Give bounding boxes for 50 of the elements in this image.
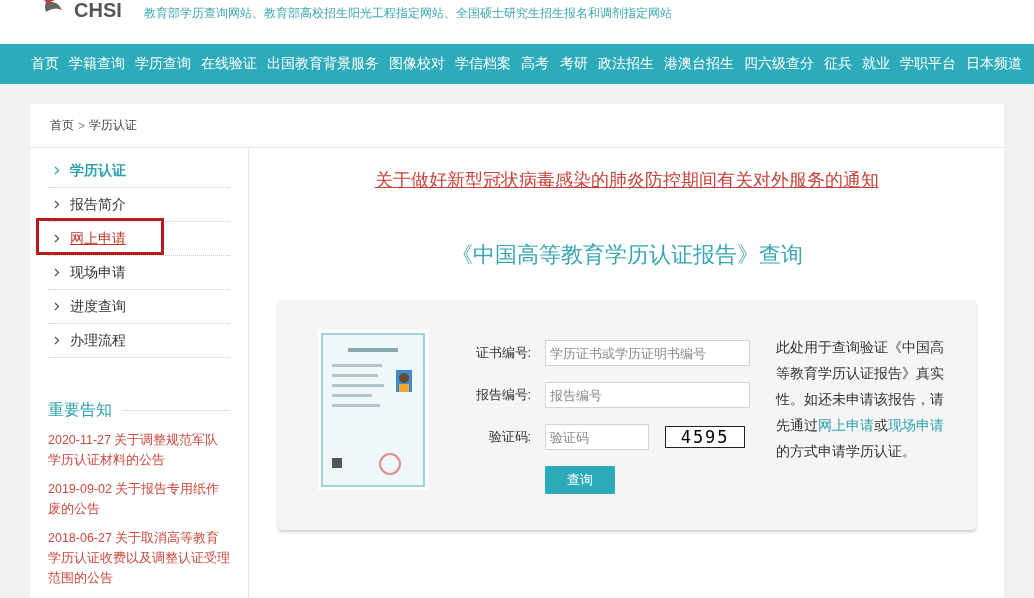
sidebar-item[interactable]: 现场申请 [48,256,230,290]
nav-link[interactable]: 学籍查询 [69,55,126,73]
nav-link[interactable]: 政法招生 [597,55,654,73]
logo-text: CHSI [74,0,122,22]
nav-link[interactable]: 考研 [559,55,588,73]
breadcrumb-current: 学历认证 [89,117,137,134]
nav-link[interactable]: 首页 [31,55,59,73]
description-text: 此处用于查询验证《中国高等教育学历认证报告》真实性。如还未申请该报告，请先通过网上申请或现场申请 的方式申请学历认证。 [776,338,946,461]
sidebar-item[interactable]: 网上申请 [48,222,230,256]
notices-heading: 重要告知 [48,400,112,420]
notice-link[interactable]: 2019-09-02 关于报告专用纸作废的公告 [48,479,230,519]
nav-link[interactable]: 学信档案 [455,55,512,73]
apply-link[interactable]: 网上申请 [818,417,875,433]
input-field[interactable]: 学历证书或学历证明书编号 [545,340,751,366]
nav-link[interactable]: 港澳台招生 [663,55,734,73]
field-label: 报告编号: [475,386,532,404]
notice-link[interactable]: 2020-11-27 关于调整规范军队学历认证材料的公告 [48,430,230,470]
notice-link[interactable]: 关于做好新型冠状病毒感染的肺炎防控期间有关对外服务的通知 [374,168,879,192]
nav-link[interactable]: 出国教育背景服务 [267,55,380,73]
nav-link[interactable]: 日本频道 [965,55,1022,73]
nav-link[interactable]: 高考 [521,55,550,73]
chevron-icon [54,234,60,243]
breadcrumb-separator: > [78,118,85,133]
chevron-icon [54,268,60,277]
query-button[interactable]: 查询 [545,466,616,494]
nav-link[interactable]: 征兵 [823,55,852,73]
notice-link[interactable]: 2018-06-27 关于取消高等教育学历认证收费以及调整认证受理范围的公告 [48,528,230,588]
nav-link[interactable]: 在线验证 [201,55,258,73]
nav-link[interactable]: 学职平台 [899,55,956,73]
sidebar-item[interactable]: 办理流程 [48,324,230,358]
nav-link[interactable]: 学历查询 [135,55,192,73]
sidebar-item[interactable]: 报告简介 [48,188,230,222]
captcha-image: 4595 [665,426,746,448]
sidebar-item[interactable]: 进度查询 [48,290,230,324]
chevron-icon [54,200,60,209]
field-label: 验证码: [487,428,532,446]
chevron-icon [54,302,60,311]
nav-link[interactable]: 四六级查分 [743,55,814,73]
breadcrumb-link[interactable]: 首页 [50,117,74,134]
input-field[interactable]: 报告编号 [545,382,751,408]
site-tagline: 教育部学历查询网站、教育部高校招生阳光工程指定网站、全国硕士研究生招生报名和调剂指定网站 [143,5,672,22]
field-label: 证书编号: [475,344,532,362]
sidebar-item[interactable]: 学历认证 [48,154,230,188]
query-title: 《中国高等教育学历认证报告》查询 [450,241,803,269]
chevron-icon [54,166,60,175]
apply-link[interactable]: 现场申请 [888,417,945,433]
nav-link[interactable]: 图像校对 [389,55,446,73]
nav-link[interactable]: 就业 [861,55,890,73]
captcha-field[interactable]: 验证码 [545,424,650,450]
chevron-icon [54,336,60,345]
